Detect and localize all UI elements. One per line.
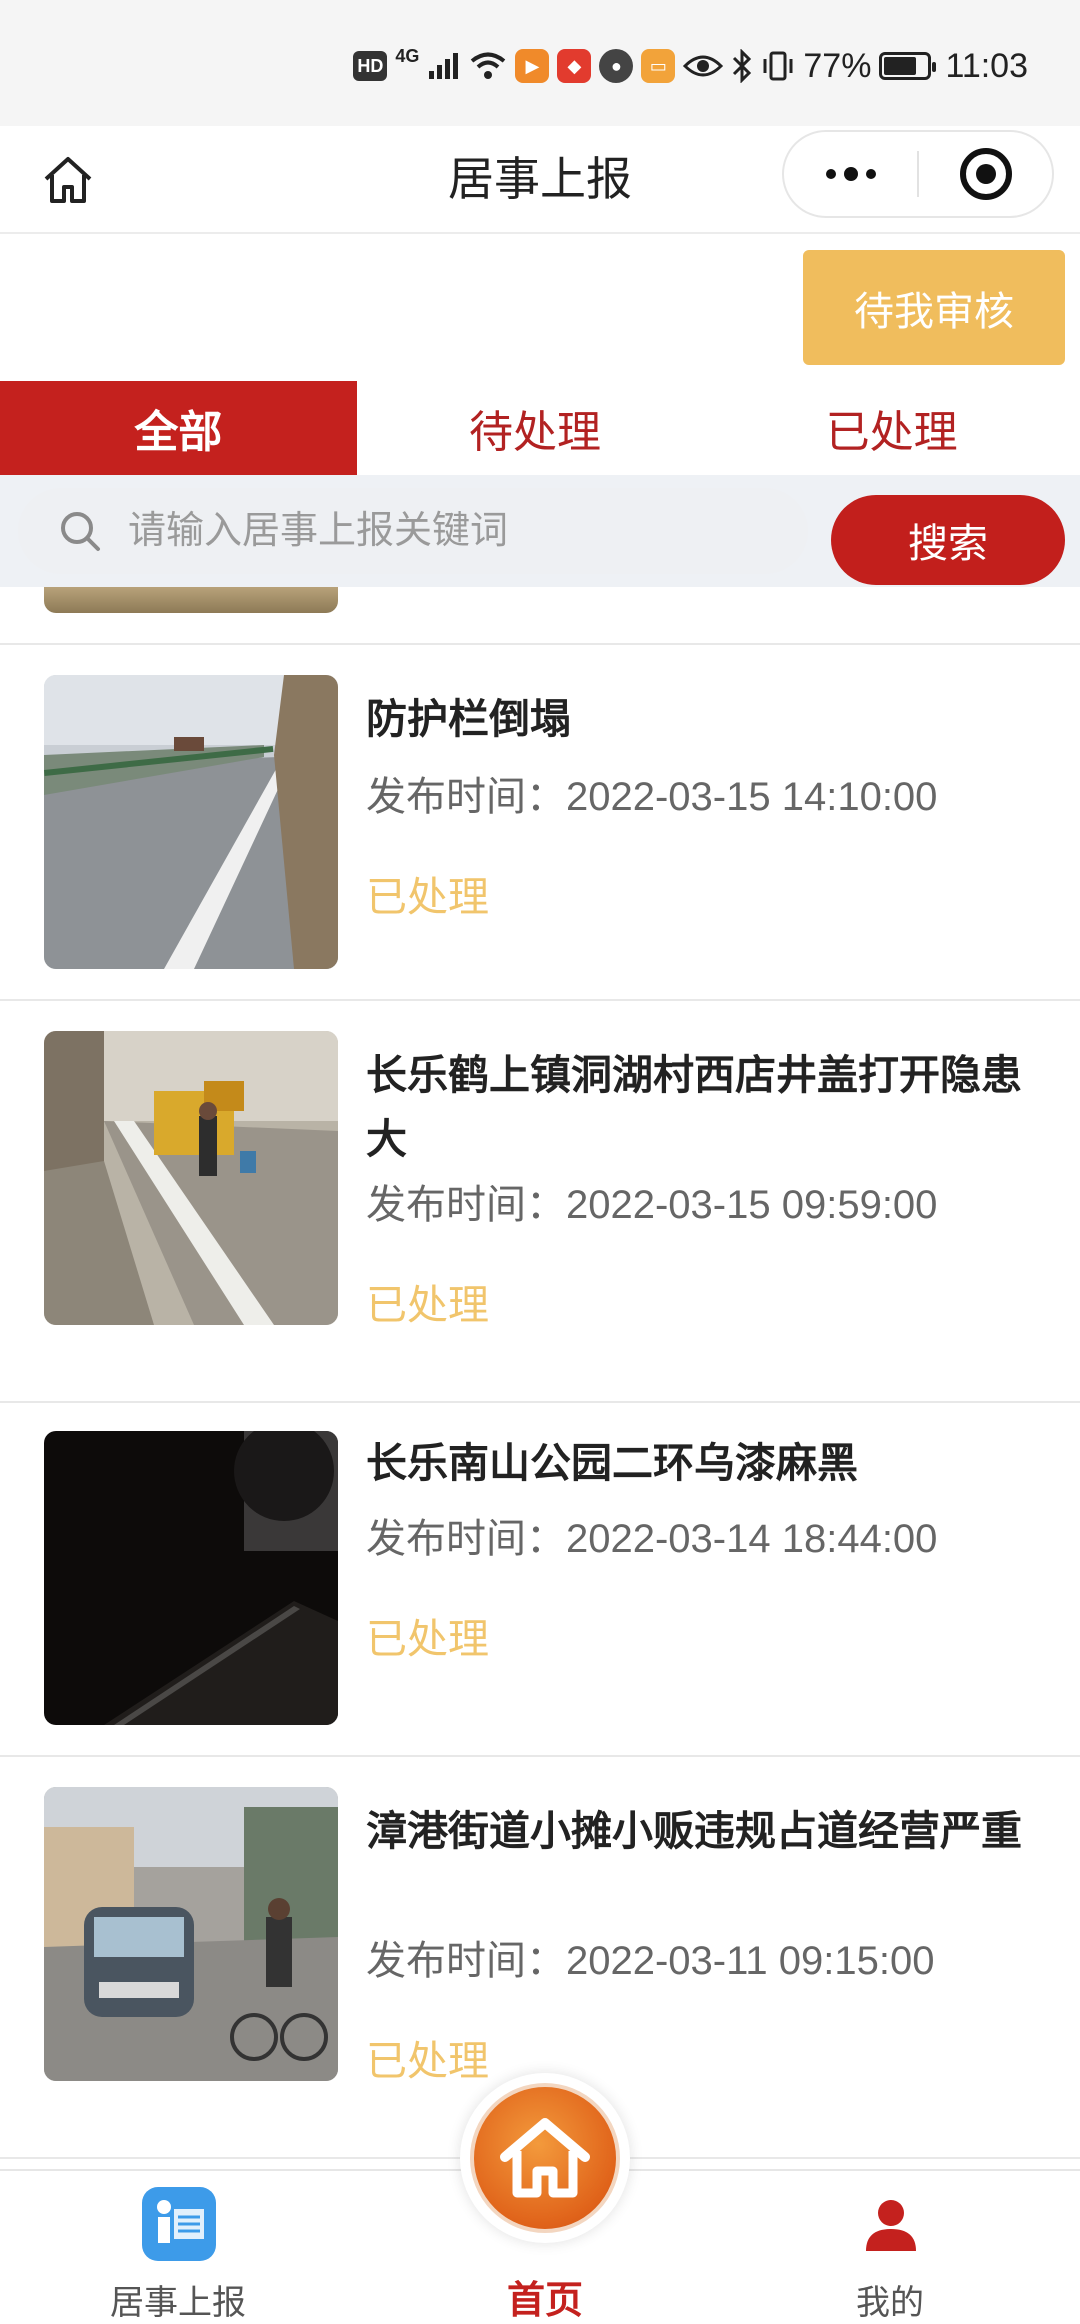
more-button[interactable] — [784, 132, 917, 216]
nav-bar: 居事上报 — [0, 126, 1080, 234]
list-item[interactable]: 长乐南山公园二环乌漆麻黑 发布时间：2022-03-14 18:44:00 已处… — [0, 1403, 1080, 1755]
report-icon — [142, 2187, 216, 2261]
report-title: 漳港街道小摊小贩违规占道经营严重 — [366, 1808, 1022, 1854]
bluetooth-icon — [733, 49, 752, 83]
mini-program-capsule — [782, 130, 1054, 218]
signal-icon — [429, 53, 459, 79]
search-input[interactable] — [128, 509, 768, 553]
hd-icon: HD — [353, 51, 388, 81]
tabbar-item-mine[interactable]: 我的 — [770, 2171, 1010, 2324]
tab-pending[interactable]: 待处理 — [357, 381, 714, 475]
report-status: 已处理 — [366, 1616, 489, 1662]
report-time: 发布时间：2022-03-15 14:10:00 — [366, 775, 938, 819]
report-time: 发布时间：2022-03-15 09:59:00 — [366, 1183, 938, 1227]
home-badge — [470, 2083, 620, 2233]
report-title: 长乐鹤上镇洞湖村西店井盖打开隐患大 — [366, 1052, 1022, 1162]
news-app-icon: ◆ — [557, 49, 592, 83]
close-mini-program-button[interactable] — [919, 132, 1052, 216]
status-bar: HD 4G ▶ ◆ ● ▭ 77% 11:03 — [0, 0, 1080, 126]
search-icon — [61, 512, 100, 551]
report-time: 发布时间：2022-03-11 09:15:00 — [366, 1939, 935, 1983]
report-thumbnail-partial — [44, 587, 338, 613]
network-type: 4G — [395, 46, 420, 66]
report-title: 防护栏倒塌 — [366, 696, 571, 742]
report-status: 已处理 — [366, 874, 489, 920]
report-thumbnail — [44, 1431, 338, 1725]
report-thumbnail — [44, 1031, 338, 1325]
search-button[interactable]: 搜索 — [831, 495, 1065, 585]
pending-review-button[interactable]: 待我审核 — [803, 250, 1065, 365]
battery-percent: 77% — [803, 46, 872, 85]
report-list: 防护栏倒塌 发布时间：2022-03-15 14:10:00 已处理 长乐鹤上镇… — [0, 587, 1080, 2169]
list-item[interactable]: 长乐鹤上镇洞湖村西店井盖打开隐患大 发布时间：2022-03-15 09:59:… — [0, 1001, 1080, 1401]
report-time: 发布时间：2022-03-14 18:44:00 — [366, 1517, 938, 1561]
eye-icon — [683, 55, 724, 77]
center-home-button[interactable] — [460, 2073, 630, 2243]
search-field[interactable] — [18, 488, 808, 574]
more-dot-icon — [843, 167, 858, 181]
tabbar-label-mine: 我的 — [856, 2284, 924, 2322]
search-bar: 搜索 — [0, 475, 1080, 587]
tabbar-label-home: 首页 — [506, 2280, 583, 2322]
clock: 11:03 — [945, 46, 1028, 85]
status-icons: HD 4G ▶ ◆ ● ▭ 77% 11:03 — [353, 44, 1028, 88]
user-icon — [866, 2200, 916, 2251]
list-item[interactable]: 防护栏倒塌 发布时间：2022-03-15 14:10:00 已处理 — [0, 645, 1080, 1025]
tab-processed[interactable]: 已处理 — [713, 381, 1070, 475]
home-icon — [500, 2118, 590, 2198]
tabbar-item-report[interactable]: 居事上报 — [58, 2171, 298, 2324]
target-icon — [959, 148, 1012, 200]
report-thumbnail — [44, 675, 338, 969]
vibrate-icon — [763, 51, 793, 81]
report-status: 已处理 — [366, 1282, 489, 1328]
filter-tabs: 全部 待处理 已处理 — [0, 381, 1070, 475]
more-dot-icon — [865, 169, 876, 179]
more-dot-icon — [825, 169, 836, 179]
wallet-app-icon: ▭ — [641, 49, 676, 83]
tab-all[interactable]: 全部 — [0, 381, 357, 475]
report-title: 长乐南山公园二环乌漆麻黑 — [366, 1440, 858, 1486]
tabbar-label-report: 居事上报 — [110, 2284, 246, 2322]
report-status: 已处理 — [366, 2038, 489, 2084]
browser-app-icon: ● — [599, 49, 634, 83]
battery-icon — [879, 52, 937, 80]
video-app-icon: ▶ — [515, 49, 550, 83]
report-thumbnail — [44, 1787, 338, 2081]
wifi-icon — [471, 52, 506, 79]
